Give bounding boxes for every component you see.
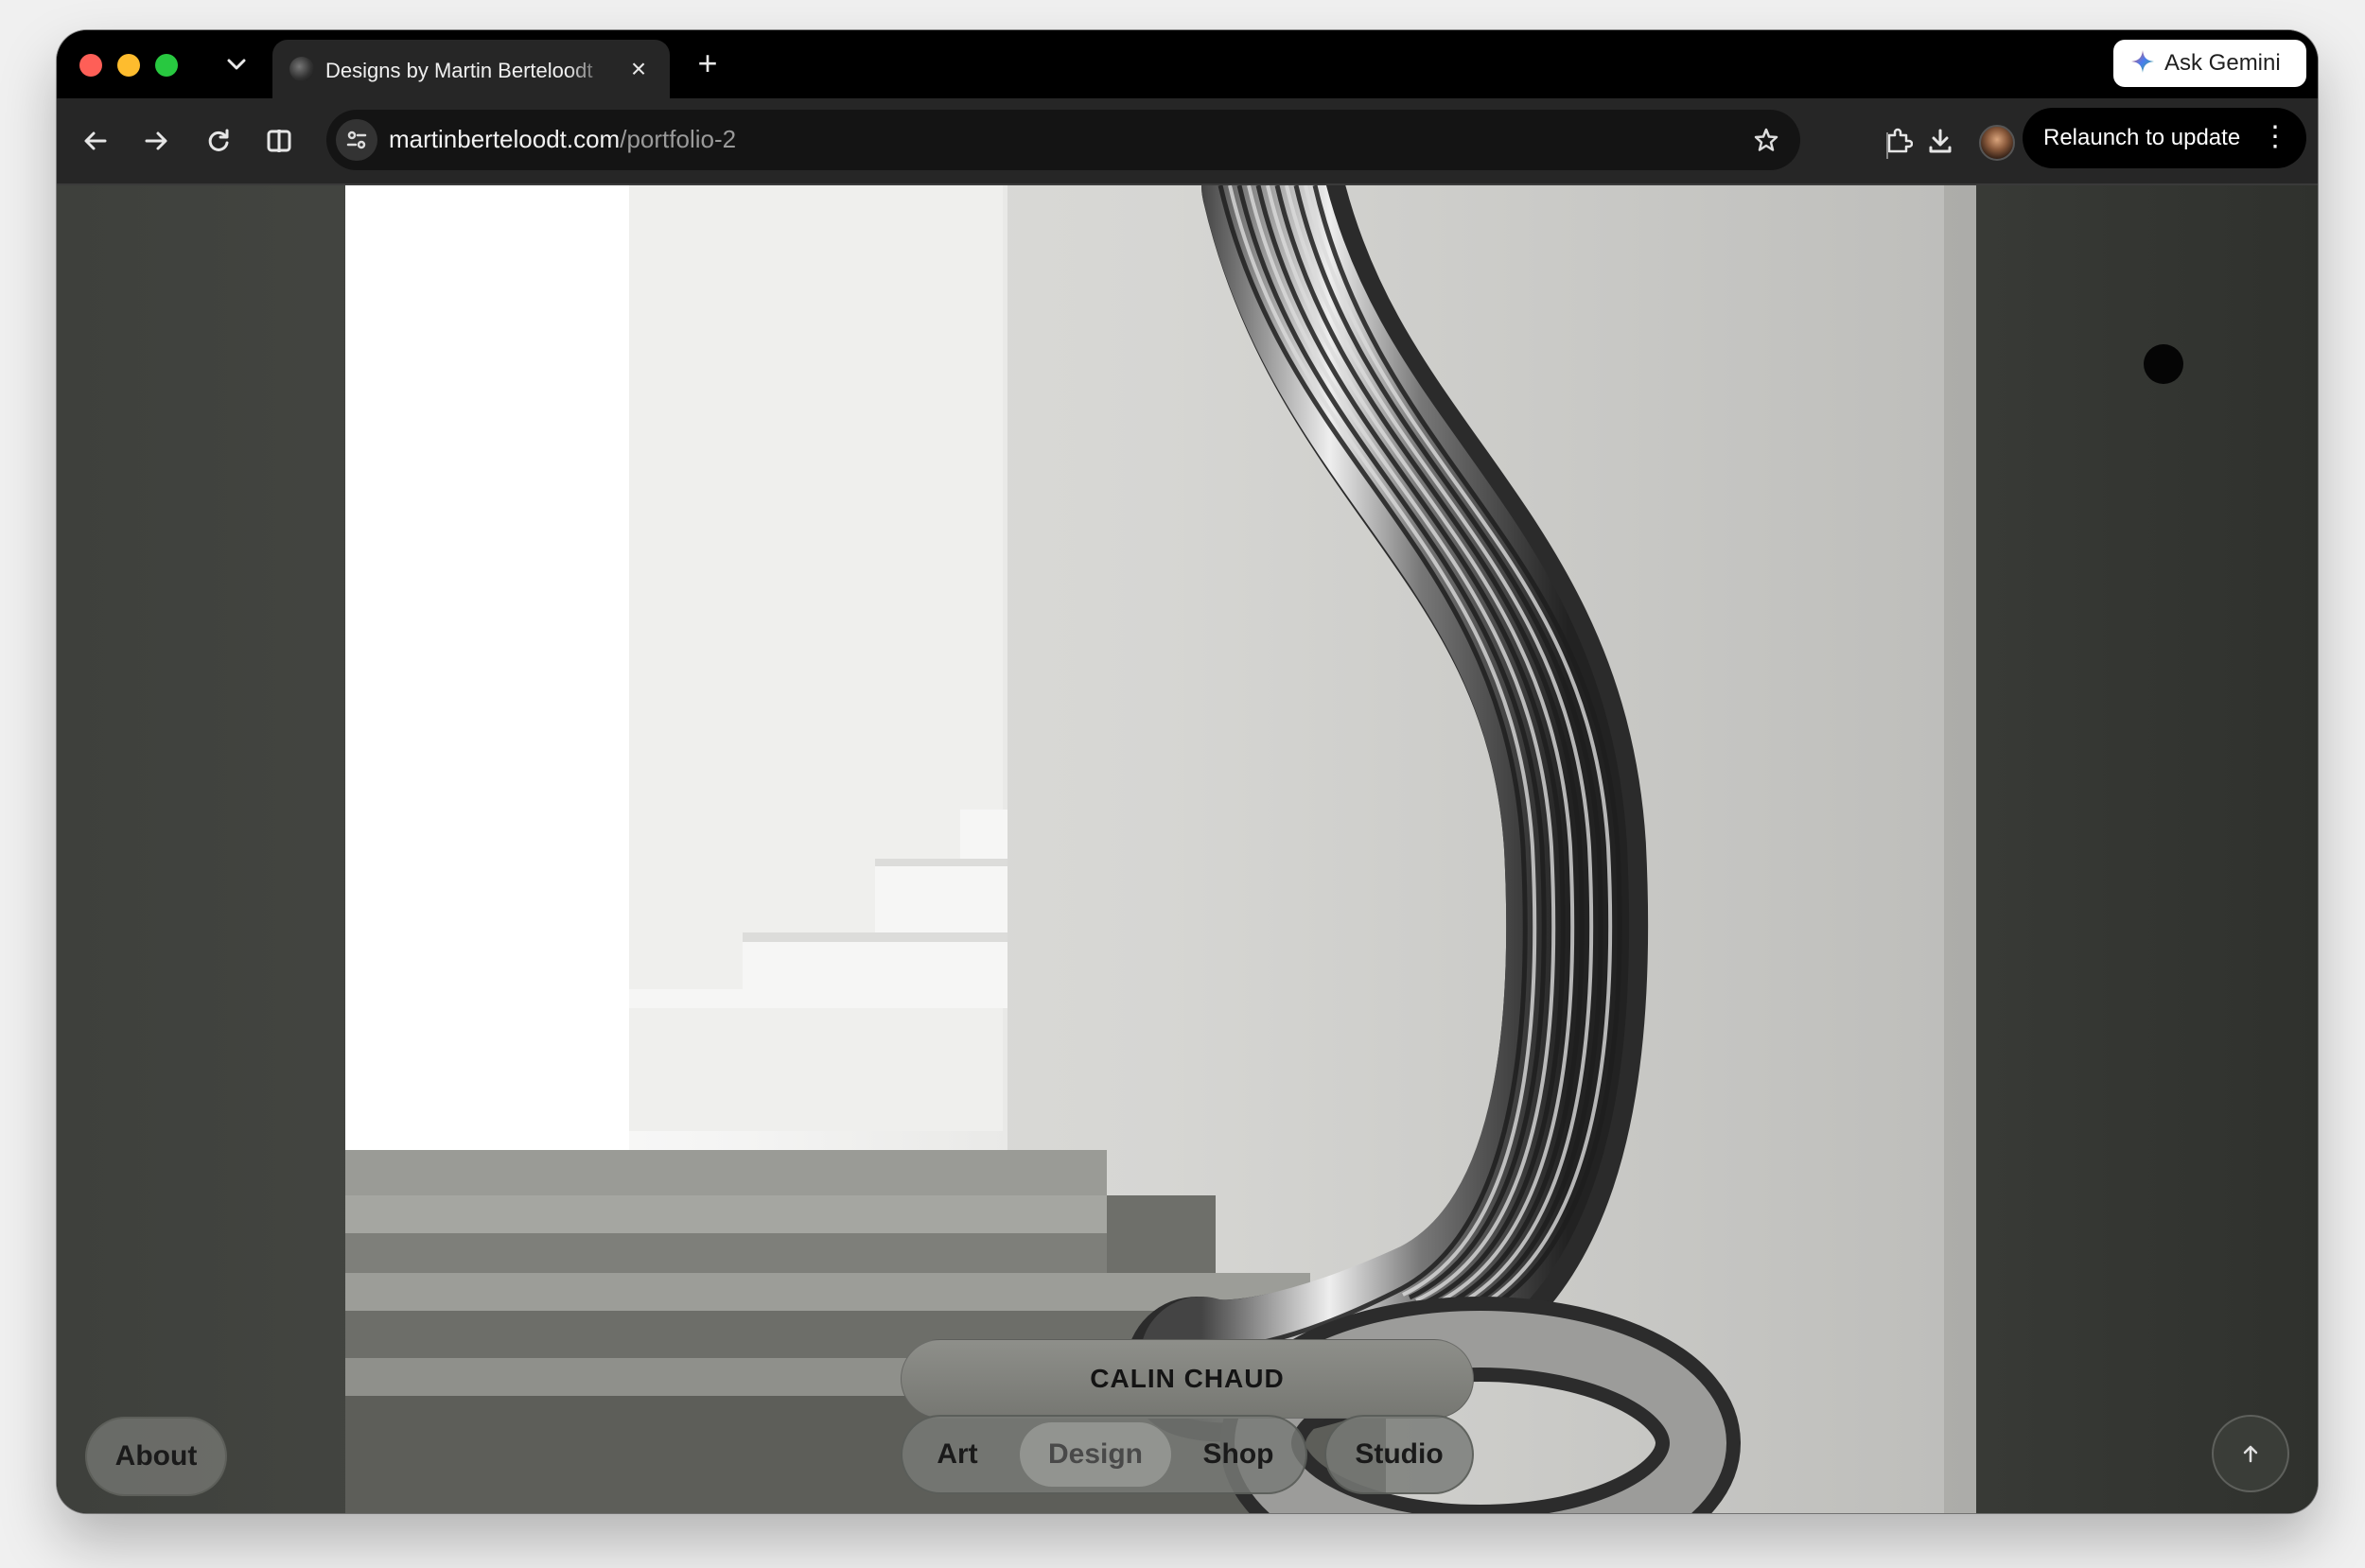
toolbar-divider <box>1886 132 1888 159</box>
new-tab-icon[interactable]: + <box>689 45 727 83</box>
back-icon[interactable] <box>74 119 117 163</box>
tab-strip: Designs by Martin Berteloodt × + Ask Gem… <box>57 30 2318 98</box>
maximize-window-button[interactable] <box>155 54 178 77</box>
split-view-icon[interactable] <box>257 119 301 163</box>
nav-studio-link[interactable]: Studio <box>1324 1415 1474 1494</box>
minimize-window-button[interactable] <box>117 54 140 77</box>
browser-tab-active[interactable]: Designs by Martin Berteloodt × <box>272 40 670 98</box>
close-window-button[interactable] <box>79 54 102 77</box>
reload-icon[interactable] <box>197 119 240 163</box>
portfolio-page: About CALIN CHAUD Art Design Shop Studio <box>57 185 2318 1513</box>
site-favicon-icon <box>289 57 314 81</box>
nav-design-link[interactable]: Design <box>1020 1422 1171 1487</box>
gemini-sparkle-icon <box>2130 49 2155 78</box>
forward-icon[interactable] <box>134 119 178 163</box>
ask-gemini-label: Ask Gemini <box>2164 50 2281 76</box>
site-info-icon[interactable] <box>336 119 377 161</box>
cursor-dot <box>2144 344 2183 384</box>
nav-art-link[interactable]: Art <box>920 1417 995 1492</box>
address-bar[interactable]: martinberteloodt.com/portfolio-2 <box>326 110 1800 170</box>
relaunch-label: Relaunch to update <box>2043 125 2241 150</box>
url-domain: martinberteloodt.com <box>389 125 621 153</box>
ask-gemini-button[interactable]: Ask Gemini <box>2113 40 2306 87</box>
download-icon[interactable] <box>1918 119 1962 163</box>
about-button[interactable]: About <box>85 1417 227 1496</box>
url-text[interactable]: martinberteloodt.com/portfolio-2 <box>389 125 736 154</box>
extensions-puzzle-icon[interactable] <box>1877 119 1920 163</box>
more-menu-icon[interactable]: ⋮ <box>2261 121 2289 153</box>
browser-window: Designs by Martin Berteloodt × + Ask Gem… <box>57 30 2318 1513</box>
nav-shop-link[interactable]: Shop <box>1177 1417 1300 1492</box>
project-title: CALIN CHAUD <box>901 1339 1474 1419</box>
bookmark-star-icon[interactable] <box>1747 121 1785 159</box>
tab-list-chevron-icon[interactable] <box>218 45 255 83</box>
hero-image <box>345 185 1976 1513</box>
tab-title: Designs by Martin Berteloodt <box>325 59 593 82</box>
tab-close-icon[interactable]: × <box>624 55 653 83</box>
browser-toolbar: martinberteloodt.com/portfolio-2 Relaunc… <box>57 98 2318 185</box>
main-nav: Art Design Shop <box>901 1415 1307 1494</box>
scroll-to-top-icon[interactable] <box>2212 1415 2289 1492</box>
profile-avatar[interactable] <box>1979 125 2015 161</box>
relaunch-to-update-button[interactable]: Relaunch to update ⋮ <box>2023 108 2306 168</box>
url-path: /portfolio-2 <box>620 125 737 153</box>
